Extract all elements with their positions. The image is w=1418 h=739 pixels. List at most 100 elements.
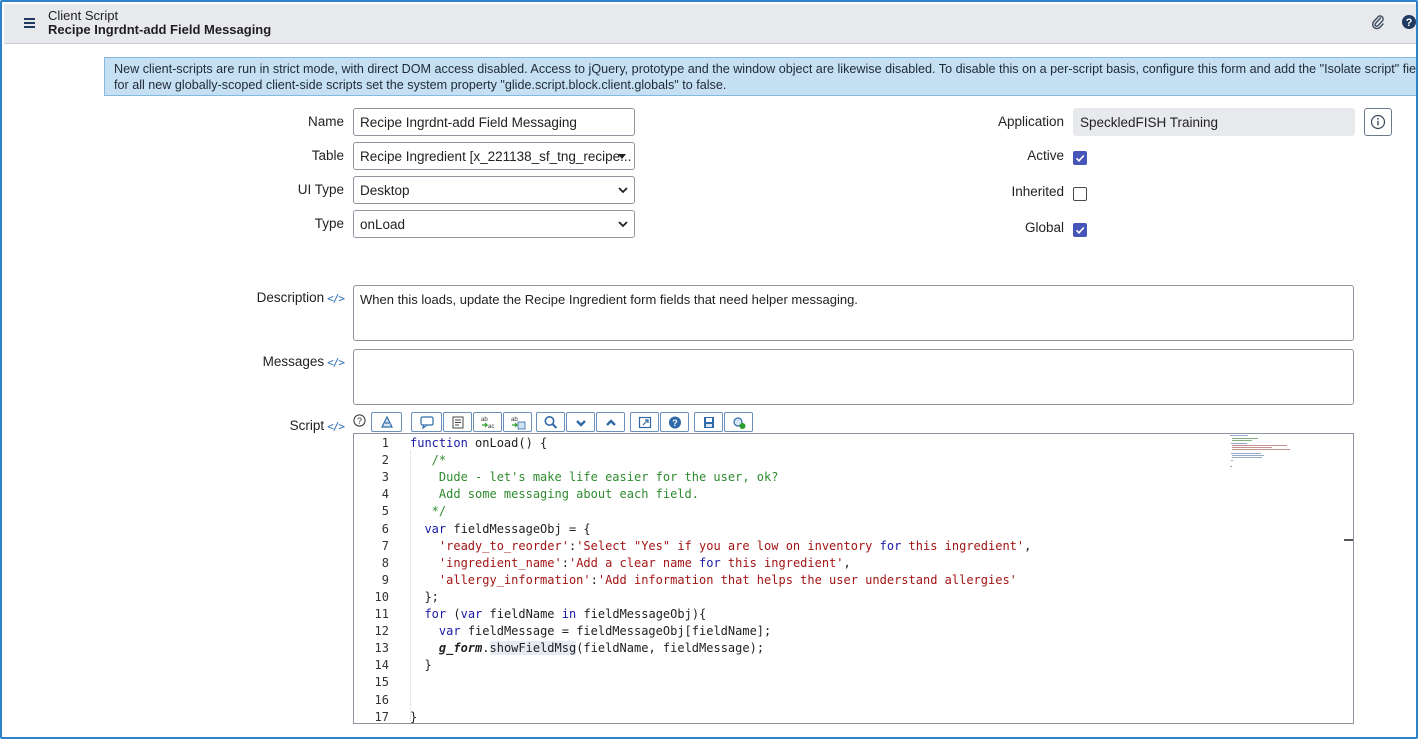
ui-type-select[interactable]: Desktop <box>353 176 635 204</box>
chevron-down-icon <box>618 187 628 194</box>
comment-button[interactable] <box>411 412 442 432</box>
code-line[interactable]: 12 var fieldMessage = fieldMessageObj[fi… <box>354 623 1224 640</box>
svg-text:ac: ac <box>488 424 494 430</box>
script-label: Script </> <box>202 418 345 433</box>
line-text: 'ready_to_reorder':'Select "Yes" if you … <box>438 538 1032 553</box>
help-button[interactable]: ? <box>660 412 689 432</box>
code-icon[interactable]: </> <box>327 292 345 305</box>
paperclip-icon[interactable] <box>1371 14 1385 33</box>
replace-icon: abac <box>481 417 494 430</box>
fullscreen-button[interactable] <box>630 412 659 432</box>
replace-all-icon: ab <box>511 417 525 430</box>
inherited-label: Inherited <box>1011 184 1064 199</box>
collapse-button[interactable] <box>566 412 595 432</box>
active-label: Active <box>1027 148 1064 163</box>
script-help-icon[interactable]: ? <box>353 414 366 430</box>
line-text: Dude - let's make life easier for the us… <box>410 470 779 485</box>
banner-line-1: New client-scripts are run in strict mod… <box>114 62 1418 76</box>
line-number: 11 <box>374 607 389 621</box>
line-number: 15 <box>374 675 389 690</box>
hamburger-icon[interactable] <box>24 18 35 28</box>
expand-button[interactable] <box>596 412 625 432</box>
toggle-syntax-editor-button[interactable] <box>371 412 402 432</box>
code-icon[interactable]: </> <box>327 356 345 369</box>
line-text: for (var fieldName in fieldMessageObj){ <box>424 607 707 621</box>
code-line[interactable]: 11 for (var fieldName in fieldMessageObj… <box>354 606 1224 623</box>
line-number: 6 <box>381 521 389 536</box>
messages-label: Messages </> <box>202 354 345 369</box>
line-text: var fieldMessage = fieldMessageObj[field… <box>438 624 772 639</box>
application-field: SpeckledFISH Training <box>1073 108 1355 136</box>
global-label: Global <box>1024 220 1064 235</box>
svg-text:?: ? <box>357 416 362 426</box>
replace-all-button[interactable]: ab <box>503 412 532 432</box>
line-number: 14 <box>374 658 389 673</box>
save-button[interactable] <box>694 412 723 432</box>
line-number: 1 <box>381 436 389 450</box>
code-line[interactable]: 1 function onLoad() { <box>354 435 1224 452</box>
dropdown-triangle-icon <box>618 154 626 159</box>
line-number: 5 <box>381 504 389 519</box>
ui-type-label: UI Type <box>297 182 344 197</box>
editor-scrollbar[interactable] <box>1344 539 1353 541</box>
line-text: }; <box>410 589 439 604</box>
name-label: Name <box>307 114 344 129</box>
code-line[interactable]: 2 /* <box>354 452 1224 469</box>
code-line[interactable]: 13 g_form.showFieldMsg(fieldName, fieldM… <box>354 640 1224 657</box>
messages-field[interactable] <box>353 349 1354 405</box>
code-minimap[interactable] <box>1228 434 1348 474</box>
save-icon <box>703 417 714 428</box>
fullscreen-icon <box>638 416 651 429</box>
type-select[interactable]: onLoad <box>353 210 635 238</box>
code-line[interactable]: 10 }; <box>354 589 1224 606</box>
inherited-checkbox[interactable] <box>1073 187 1087 201</box>
code-line[interactable]: 15 <box>354 674 1224 691</box>
replace-button[interactable]: ab ac <box>473 412 502 432</box>
svg-text:ab: ab <box>511 417 518 423</box>
line-text: } <box>410 709 418 724</box>
code-icon[interactable]: </> <box>327 420 345 433</box>
format-code-icon <box>452 416 463 429</box>
messages-label-text: Messages <box>262 354 325 369</box>
code-line[interactable]: 4 Add some messaging about each field. <box>354 486 1224 503</box>
line-number: 17 <box>374 709 389 724</box>
name-field[interactable]: Recipe Ingrdnt-add Field Messaging <box>353 108 635 136</box>
line-text: } <box>410 658 432 673</box>
script-editor[interactable]: 1 function onLoad() {2 /* 3 Dude - let's m… <box>353 433 1354 724</box>
collapse-icon <box>575 420 586 427</box>
table-select-value: Recipe Ingredient [x_221138_sf_tng_recip… <box>360 149 632 164</box>
line-number: 7 <box>381 538 389 553</box>
code-line[interactable]: 8 'ingredient_name':'Add a clear name fo… <box>354 555 1224 572</box>
application-info-button[interactable] <box>1364 108 1392 136</box>
code-line[interactable]: 17} <box>354 709 1224 724</box>
code-line[interactable]: 5 */ <box>354 503 1224 520</box>
banner-line-2: for all new globally-scoped client-side … <box>114 78 727 92</box>
global-checkbox[interactable] <box>1073 223 1087 237</box>
checkmark-icon <box>1075 226 1085 234</box>
code-line[interactable]: 14 } <box>354 657 1224 674</box>
chevron-down-icon <box>618 221 628 228</box>
type-label: Type <box>314 216 344 231</box>
type-select-value: onLoad <box>360 217 406 232</box>
line-number: 2 <box>381 453 389 468</box>
script-debugger-button[interactable] <box>724 412 753 432</box>
table-label: Table <box>311 148 344 163</box>
info-icon <box>1370 114 1386 130</box>
code-line[interactable]: 6 var fieldMessageObj = { <box>354 521 1224 538</box>
question-circle-icon[interactable]: ? <box>1401 14 1416 33</box>
description-label: Description </> <box>202 290 345 305</box>
code-line[interactable]: 3 Dude - let's make life easier for the … <box>354 469 1224 486</box>
active-checkbox[interactable] <box>1073 151 1087 165</box>
code-line[interactable]: 16 <box>354 692 1224 709</box>
code-line[interactable]: 7 'ready_to_reorder':'Select "Yes" if yo… <box>354 538 1224 555</box>
record-title: Recipe Ingrdnt-add Field Messaging <box>48 22 272 37</box>
script-label-text: Script <box>289 418 325 433</box>
svg-text:?: ? <box>672 418 678 428</box>
table-select[interactable]: Recipe Ingredient [x_221138_sf_tng_recip… <box>353 142 635 170</box>
format-code-button[interactable] <box>443 412 472 432</box>
code-line[interactable]: 9 'allergy_information':'Add information… <box>354 572 1224 589</box>
form-frame: Client Script Recipe Ingrdnt-add Field M… <box>0 0 1418 739</box>
strict-mode-info-banner: New client-scripts are run in strict mod… <box>104 57 1418 96</box>
search-button[interactable] <box>536 412 565 432</box>
description-field[interactable]: When this loads, update the Recipe Ingre… <box>353 285 1354 341</box>
